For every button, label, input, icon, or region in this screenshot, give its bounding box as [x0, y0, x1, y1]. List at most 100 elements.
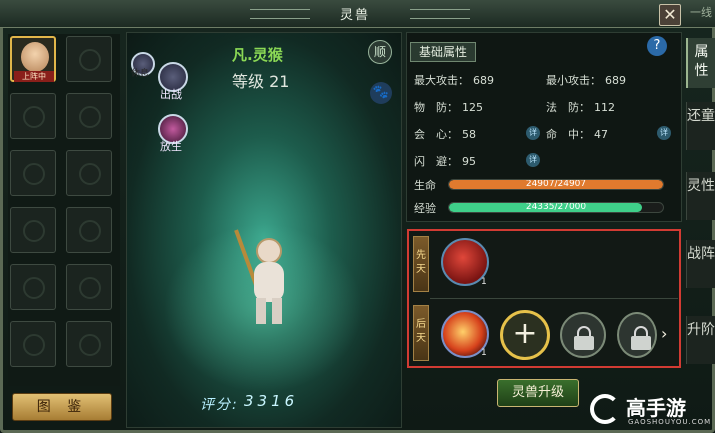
empty-slot-icon: [79, 49, 101, 71]
close-button[interactable]: ✕: [659, 4, 681, 26]
stat-max-attack: 最大攻击： 689: [414, 72, 494, 88]
stat-value: 112: [594, 101, 615, 114]
tab-basic-attributes[interactable]: 基础属性: [410, 42, 476, 62]
tab-rejuvenate[interactable]: 还童: [686, 102, 715, 150]
stat-value: 95: [462, 155, 476, 168]
locked-skill-slot[interactable]: [560, 312, 606, 358]
tab-spirit[interactable]: 灵性: [686, 172, 715, 220]
stat-label: 最小攻击：: [546, 74, 601, 87]
empty-slot-icon: [23, 277, 45, 299]
pet-slot-empty[interactable]: [66, 93, 112, 139]
score-label: 评分:: [200, 397, 239, 413]
tab-battle-array[interactable]: 战阵: [686, 240, 715, 288]
watermark-brand: 高手游: [626, 396, 686, 420]
tab-attributes[interactable]: 属性: [686, 38, 715, 88]
stat-label: 命 中：: [546, 128, 590, 141]
empty-slot-icon: [23, 334, 45, 356]
monkey-head: [256, 238, 282, 264]
stat-crit: 会 心： 58: [414, 126, 476, 142]
watermark: 高手游 GAOSHOUYOU.COM: [590, 392, 710, 430]
empty-slot-icon: [79, 220, 101, 242]
pet-slot-empty[interactable]: [66, 150, 112, 196]
hp-label: 生命: [414, 179, 436, 192]
pet-slot-empty[interactable]: [10, 93, 56, 139]
lock-icon: [631, 336, 651, 350]
stat-phys-def: 物 防： 125: [414, 99, 483, 115]
monkey-avatar: [21, 42, 49, 72]
stat-magic-def: 法 防： 112: [546, 99, 615, 115]
help-icon[interactable]: ?: [647, 36, 667, 56]
stat-value: 125: [462, 101, 483, 114]
lock-icon: [574, 336, 594, 350]
hp-bar-text: 24907/24907: [525, 179, 587, 189]
corner-tag: 一线: [690, 6, 712, 19]
pet-upgrade-button[interactable]: 灵兽升级: [497, 379, 579, 407]
pet-slot-empty[interactable]: [66, 36, 112, 82]
empty-slot-icon: [23, 220, 45, 242]
stat-label: 物 防：: [414, 101, 458, 114]
pet-slot-active[interactable]: 上阵中: [10, 36, 56, 82]
watermark-logo-icon: [590, 394, 620, 424]
empty-slot-icon: [23, 163, 45, 185]
monkey-body: [254, 262, 284, 302]
pet-slot-grid: 上阵中: [8, 34, 120, 386]
pet-slot-empty[interactable]: [66, 207, 112, 253]
plus-icon: +: [512, 316, 538, 351]
pet-slot-empty[interactable]: [66, 264, 112, 310]
pet-slot-empty[interactable]: [10, 321, 56, 367]
empty-slot-icon: [79, 334, 101, 356]
pet-slot-empty[interactable]: [10, 264, 56, 310]
crit-detail-icon[interactable]: 详: [526, 126, 540, 140]
acquired-skill-tag: 后天: [413, 305, 429, 361]
stat-dodge: 闪 避： 95: [414, 153, 476, 169]
stat-value: 47: [594, 128, 608, 141]
stat-value: 689: [473, 74, 494, 87]
shun-button[interactable]: 顺: [368, 40, 392, 64]
exp-bar-text: 24335/27000: [525, 202, 587, 212]
stat-label: 会 心：: [414, 128, 458, 141]
pet-slot-empty[interactable]: [10, 207, 56, 253]
locked-skill-slot[interactable]: [617, 312, 657, 358]
score-value: 3316: [244, 392, 299, 410]
stat-label: 最大攻击：: [414, 74, 469, 87]
innate-skill-count: 1: [481, 277, 487, 287]
pet-name: 凡.灵猴: [232, 46, 283, 64]
stat-label: 法 防：: [546, 101, 590, 114]
monkey-leg-right: [272, 298, 282, 324]
paw-icon[interactable]: 🐾: [370, 82, 392, 104]
stat-min-attack: 最小攻击： 689: [546, 72, 626, 88]
exp-bar: 24335/27000: [448, 202, 664, 213]
skill-row-divider: [430, 298, 678, 299]
stat-value: 689: [605, 74, 626, 87]
monkey-pet-model: [234, 229, 294, 328]
innate-skill-tag: 先天: [413, 236, 429, 292]
add-skill-button[interactable]: +: [500, 310, 550, 360]
fight-label: 出战: [160, 88, 182, 101]
dodge-detail-icon[interactable]: 详: [526, 153, 540, 167]
pet-slot-empty[interactable]: [10, 150, 56, 196]
rest-label: 休息: [131, 69, 150, 79]
title-ornament-right: [410, 9, 470, 19]
stat-label: 闪 避：: [414, 155, 458, 168]
tujian-button[interactable]: 图 鉴: [12, 393, 112, 421]
active-badge: 上阵中: [14, 71, 54, 82]
stat-value: 58: [462, 128, 476, 141]
empty-slot-icon: [79, 106, 101, 128]
window-title: 灵兽: [339, 8, 370, 23]
pet-level: 等级 21: [232, 72, 290, 91]
empty-slot-icon: [23, 106, 45, 128]
acquired-skill-count: 1: [481, 348, 487, 358]
empty-slot-icon: [79, 163, 101, 185]
empty-slot-icon: [79, 277, 101, 299]
stat-hit: 命 中： 47: [546, 126, 608, 142]
release-label: 放生: [160, 140, 182, 153]
chevron-right-icon[interactable]: ›: [661, 324, 667, 343]
close-icon: ✕: [663, 5, 677, 24]
pet-slot-empty[interactable]: [66, 321, 112, 367]
exp-label: 经验: [414, 202, 436, 215]
hit-detail-icon[interactable]: 详: [657, 126, 671, 140]
watermark-url: GAOSHOUYOU.COM: [628, 418, 712, 426]
tab-ascend[interactable]: 升阶: [686, 316, 715, 364]
monkey-leg-left: [256, 298, 266, 324]
title-bar: 灵兽 一线: [0, 0, 715, 28]
